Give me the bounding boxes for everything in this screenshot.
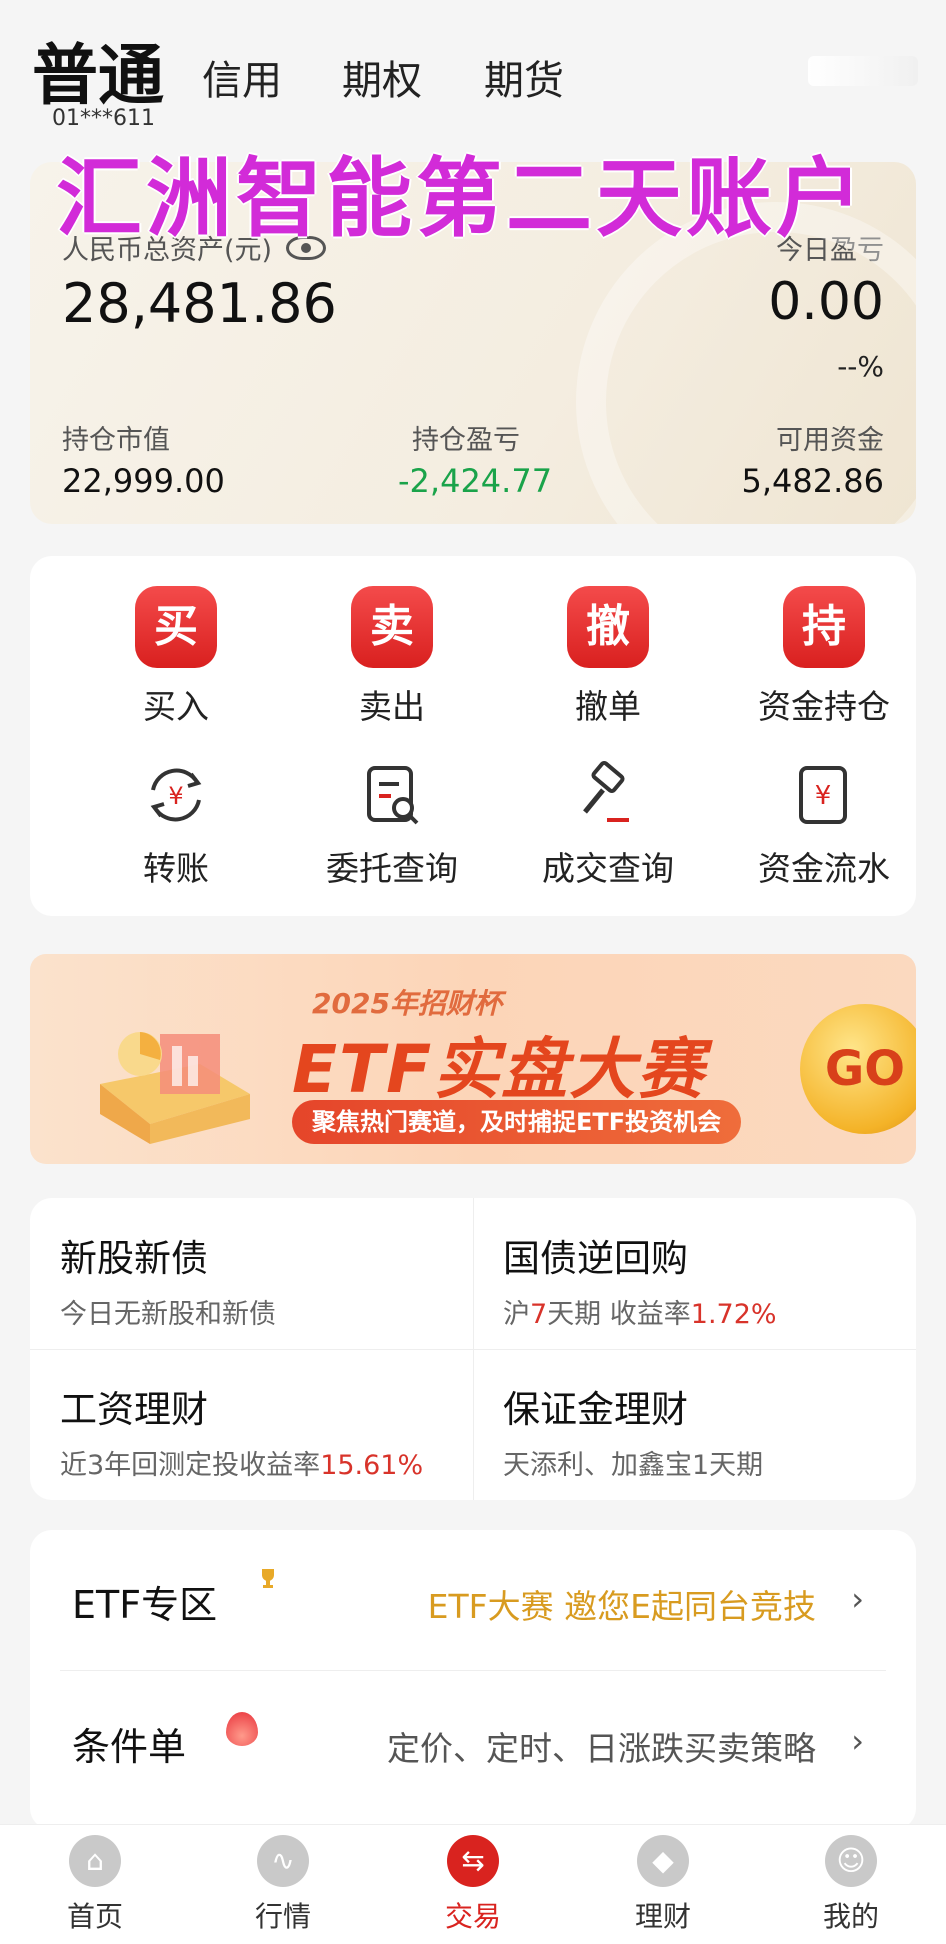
new-stock-bond-tile[interactable]: 新股新债 今日无新股和新债: [30, 1198, 473, 1349]
cancel-order-button[interactable]: 撤 撤单: [508, 586, 708, 728]
total-assets-value: 28,481.86: [62, 272, 337, 335]
position-pl-value: -2,424.77: [398, 462, 553, 500]
trade-icon: ⇆: [447, 1835, 499, 1887]
overlay-title: 汇洲智能第二天账户: [56, 149, 866, 249]
chevron-right-icon: ›: [851, 1580, 864, 1618]
tile-title: 国债逆回购: [503, 1237, 688, 1280]
conditional-order-row[interactable]: 条件单 定价、定时、日涨跌买卖策略 ›: [30, 1672, 916, 1812]
svg-text:¥: ¥: [168, 782, 183, 810]
tile-title: 保证金理财: [503, 1388, 688, 1431]
go-button[interactable]: GO: [800, 1004, 916, 1134]
row-title: ETF专区: [72, 1583, 218, 1627]
market-value-label: 持仓市值: [62, 425, 170, 456]
cancel-order-label: 撤单: [575, 687, 641, 726]
tab-futures[interactable]: 期货: [484, 48, 564, 106]
row-title: 条件单: [72, 1725, 187, 1769]
nav-wealth[interactable]: ◆ 理财: [588, 1835, 738, 1935]
cancel-badge-icon: 撤: [567, 586, 649, 668]
buy-label: 买入: [143, 687, 209, 726]
tile-title: 工资理财: [60, 1388, 208, 1431]
chevron-right-icon: ›: [851, 1722, 864, 1760]
trade-query-label: 成交查询: [542, 849, 674, 888]
trade-actions-card: 买 买入 卖 卖出 撤 撤单 持 资金持仓 ¥ 转账 委托查询 成交查询 ¥ 资…: [30, 556, 916, 916]
nav-profile[interactable]: ☺ 我的: [776, 1835, 926, 1935]
buy-button[interactable]: 买 买入: [76, 586, 276, 728]
fund-flow-icon: ¥: [799, 766, 847, 824]
bottom-navigation: ⌂ 首页 ∿ 行情 ⇆ 交易 ◆ 理财 ☺ 我的: [0, 1824, 946, 1944]
hammer-icon: [583, 760, 629, 822]
salary-wealth-tile[interactable]: 工资理财 近3年回测定投收益率15.61%: [30, 1349, 473, 1500]
nav-label: 行情: [254, 1900, 311, 1933]
etf-zone-row[interactable]: ETF专区 ETF大赛 邀您E起同台竞技 ›: [30, 1530, 916, 1671]
order-query-button[interactable]: 委托查询: [292, 760, 492, 890]
banner-title: ETF实盘大赛: [292, 1031, 706, 1108]
today-pl-value: 0.00: [768, 272, 884, 332]
fund-flow-button[interactable]: ¥ 资金流水: [724, 760, 924, 890]
svg-text:¥: ¥: [815, 781, 832, 811]
banner-subtitle: 聚焦热门赛道，及时捕捉ETF投资机会: [292, 1100, 742, 1144]
buy-badge-icon: 买: [135, 586, 217, 668]
nav-label: 交易: [444, 1900, 501, 1933]
order-query-label: 委托查询: [326, 849, 458, 888]
chart-box-illustration: [100, 1032, 250, 1144]
profile-icon: ☺: [825, 1835, 877, 1887]
etf-contest-banner[interactable]: 2025年招财杯 ETF实盘大赛 聚焦热门赛道，及时捕捉ETF投资机会 GO: [30, 954, 916, 1164]
market-icon: ∿: [257, 1835, 309, 1887]
tab-credit[interactable]: 信用: [202, 48, 282, 106]
nav-label: 首页: [66, 1900, 123, 1933]
nav-home[interactable]: ⌂ 首页: [20, 1835, 170, 1935]
transfer-button[interactable]: ¥ 转账: [76, 760, 276, 890]
top-right-menu[interactable]: [808, 56, 918, 86]
tile-subtitle: 今日无新股和新债: [60, 1299, 276, 1330]
tile-subtitle: 近3年回测定投收益率15.61%: [60, 1450, 424, 1481]
order-query-icon: [367, 766, 419, 825]
market-value: 22,999.00: [62, 462, 225, 500]
sell-label: 卖出: [359, 687, 425, 726]
tab-normal[interactable]: 普通: [32, 22, 164, 118]
transfer-icon: ¥: [150, 768, 202, 822]
transfer-label: 转账: [143, 849, 209, 888]
trophy-icon: [262, 1569, 274, 1588]
margin-wealth-tile[interactable]: 保证金理财 天添利、加鑫宝1天期: [473, 1349, 916, 1500]
sell-button[interactable]: 卖 卖出: [292, 586, 492, 728]
trade-query-button[interactable]: 成交查询: [508, 760, 708, 890]
today-pl-percent: --%: [837, 350, 884, 383]
reverse-repo-tile[interactable]: 国债逆回购 沪7天期 收益率1.72%: [473, 1198, 916, 1349]
tab-options[interactable]: 期权: [342, 48, 422, 106]
positions-button[interactable]: 持 资金持仓: [724, 586, 924, 728]
divider: [60, 1670, 886, 1671]
tile-subtitle: 沪7天期 收益率1.72%: [503, 1299, 777, 1330]
services-grid: 新股新债 今日无新股和新债 国债逆回购 沪7天期 收益率1.72% 工资理财 近…: [30, 1198, 916, 1500]
positions-badge-icon: 持: [783, 586, 865, 668]
tile-subtitle: 天添利、加鑫宝1天期: [503, 1450, 764, 1481]
row-description: 定价、定时、日涨跌买卖策略: [387, 1729, 816, 1768]
feature-list-card: ETF专区 ETF大赛 邀您E起同台竞技 › 条件单 定价、定时、日涨跌买卖策略…: [30, 1530, 916, 1830]
position-pl-label: 持仓盈亏: [412, 425, 520, 456]
tile-title: 新股新债: [60, 1237, 208, 1280]
available-funds-value: 5,482.86: [741, 462, 885, 500]
account-type-tabs: 普通 信用 期权 期货: [0, 0, 946, 114]
nav-market[interactable]: ∿ 行情: [208, 1835, 358, 1935]
nav-trade[interactable]: ⇆ 交易: [398, 1835, 548, 1935]
sell-badge-icon: 卖: [351, 586, 433, 668]
positions-label: 资金持仓: [758, 687, 890, 726]
available-funds-label: 可用资金: [776, 425, 884, 456]
nav-label: 理财: [634, 1900, 691, 1933]
wealth-icon: ◆: [637, 1835, 689, 1887]
flame-icon: [226, 1712, 258, 1746]
fund-flow-label: 资金流水: [758, 849, 890, 888]
home-icon: ⌂: [69, 1835, 121, 1887]
nav-label: 我的: [822, 1900, 879, 1933]
row-description: ETF大赛 邀您E起同台竞技: [427, 1587, 816, 1626]
